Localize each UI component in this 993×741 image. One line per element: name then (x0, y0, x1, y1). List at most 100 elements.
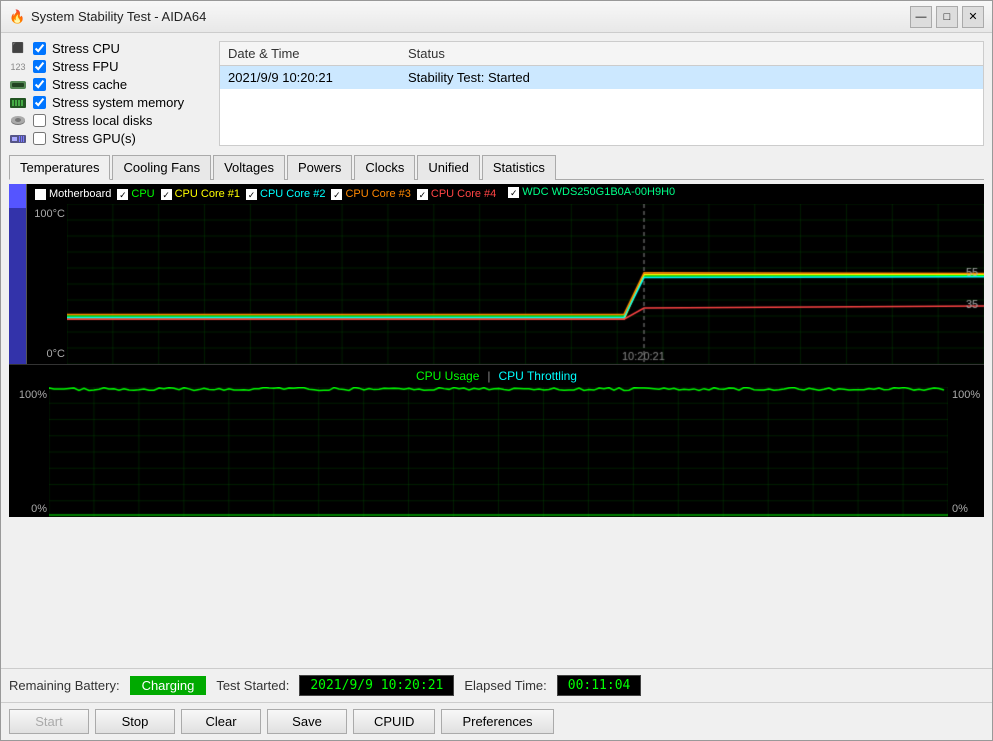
motherboard-checkbox[interactable] (35, 189, 46, 200)
date-col-header: Date & Time (228, 46, 388, 61)
title-bar: 🔥 System Stability Test - AIDA64 — □ ✕ (1, 1, 992, 33)
battery-value: Charging (130, 676, 207, 695)
temp-chart-canvas-wrapper: 100°C 0°C (27, 204, 984, 364)
elapsed-label: Elapsed Time: (464, 678, 546, 693)
cpu-y-min: 0% (11, 503, 47, 515)
tab-cooling-fans[interactable]: Cooling Fans (112, 155, 211, 180)
core1-label: CPU Core #1 (175, 188, 240, 200)
temp-chart-container: Motherboard CPU CPU Core #1 CPU Cor (27, 184, 984, 364)
cpu-icon: ⬛ (9, 42, 27, 56)
maximize-button[interactable]: □ (936, 6, 958, 28)
app-icon: 🔥 (9, 9, 25, 25)
tab-statistics[interactable]: Statistics (482, 155, 556, 180)
core4-checkbox[interactable] (417, 189, 428, 200)
cpu-throttling-label: CPU Throttling (499, 369, 577, 383)
stress-item-disk: Stress local disks (9, 113, 209, 128)
clear-button[interactable]: Clear (181, 709, 261, 734)
legend-cpu: CPU (117, 188, 154, 200)
cpu-temp-label: CPU (131, 188, 154, 200)
legend-core3: CPU Core #3 (331, 188, 410, 200)
stress-memory-label: Stress system memory (52, 95, 184, 110)
core3-checkbox[interactable] (331, 189, 342, 200)
stress-item-cache: Stress cache (9, 77, 209, 92)
preferences-button[interactable]: Preferences (441, 709, 553, 734)
start-button[interactable]: Start (9, 709, 89, 734)
tab-powers[interactable]: Powers (287, 155, 352, 180)
test-started-label: Test Started: (216, 678, 289, 693)
stress-item-fpu: 123 Stress FPU (9, 59, 209, 74)
temp-chart-canvas (67, 204, 984, 364)
cpu-right-min: 0% (952, 503, 980, 515)
stress-fpu-checkbox[interactable] (33, 60, 46, 73)
cpu-chart-plot (49, 387, 948, 517)
temp-y-min: 0°C (29, 348, 65, 360)
window-title: System Stability Test - AIDA64 (31, 9, 910, 24)
status-col-header: Status (408, 46, 975, 61)
cpu-right-axis: 100% 0% (948, 387, 984, 517)
save-button[interactable]: Save (267, 709, 347, 734)
cpuid-button[interactable]: CPUID (353, 709, 435, 734)
tab-temperatures[interactable]: Temperatures (9, 155, 110, 180)
cpu-y-axis: 100% 0% (9, 387, 49, 517)
tabs-bar: Temperatures Cooling Fans Voltages Power… (9, 154, 984, 180)
memory-icon (9, 96, 27, 110)
cpu-temp-checkbox[interactable] (117, 189, 128, 200)
cpu-chart-container: CPU Usage | CPU Throttling 100% 0% 100% … (9, 364, 984, 517)
temp-chart-plot (67, 204, 984, 364)
cpu-y-max: 100% (11, 389, 47, 401)
stress-disk-checkbox[interactable] (33, 114, 46, 127)
tab-clocks[interactable]: Clocks (354, 155, 415, 180)
core2-label: CPU Core #2 (260, 188, 325, 200)
disk-icon (9, 114, 27, 128)
stress-item-cpu: ⬛ Stress CPU (9, 41, 209, 56)
cache-icon (9, 78, 27, 92)
temp-chart-area: Motherboard CPU CPU Core #1 CPU Cor (9, 184, 984, 364)
cpu-usage-label: CPU Usage (416, 369, 479, 383)
stress-fpu-label: Stress FPU (52, 59, 118, 74)
scrollbar-thumb[interactable] (9, 184, 26, 208)
stress-cache-checkbox[interactable] (33, 78, 46, 91)
tab-voltages[interactable]: Voltages (213, 155, 285, 180)
stress-cache-label: Stress cache (52, 77, 127, 92)
motherboard-label: Motherboard (49, 188, 111, 200)
legend-core1: CPU Core #1 (161, 188, 240, 200)
log-table: Date & Time Status 2021/9/9 10:20:21 Sta… (219, 41, 984, 146)
core2-checkbox[interactable] (246, 189, 257, 200)
wdc-checkbox[interactable] (508, 187, 519, 198)
legend-core4: CPU Core #4 (417, 188, 496, 200)
main-window: 🔥 System Stability Test - AIDA64 — □ ✕ ⬛… (0, 0, 993, 741)
core3-label: CPU Core #3 (345, 188, 410, 200)
legend-core2: CPU Core #2 (246, 188, 325, 200)
log-row: 2021/9/9 10:20:21 Stability Test: Starte… (220, 66, 983, 89)
stress-gpu-checkbox[interactable] (33, 132, 46, 145)
top-section: ⬛ Stress CPU 123 Stress FPU Stress cache (9, 41, 984, 146)
core4-label: CPU Core #4 (431, 188, 496, 200)
window-controls: — □ ✕ (910, 6, 984, 28)
stress-gpu-label: Stress GPU(s) (52, 131, 136, 146)
temp-y-axis: 100°C 0°C (27, 204, 67, 364)
wdc-label: WDC WDS250G1B0A-00H9H0 (522, 186, 675, 198)
tab-unified[interactable]: Unified (417, 155, 479, 180)
cpu-right-max: 100% (952, 389, 980, 401)
minimize-button[interactable]: — (910, 6, 932, 28)
temp-chart-legend: Motherboard CPU CPU Core #1 CPU Cor (27, 184, 984, 204)
stress-item-gpu: Stress GPU(s) (9, 131, 209, 146)
cpu-chart-plot-area: 100% 0% 100% 0% (9, 387, 984, 517)
cpu-separator: | (487, 369, 490, 383)
temp-y-max: 100°C (29, 208, 65, 220)
scrollbar-side (9, 184, 27, 364)
cpu-chart-legend: CPU Usage | CPU Throttling (9, 365, 984, 387)
battery-label: Remaining Battery: (9, 678, 120, 693)
log-table-header: Date & Time Status (220, 42, 983, 66)
log-status: Stability Test: Started (408, 70, 975, 85)
tabs-section: Temperatures Cooling Fans Voltages Power… (9, 154, 984, 180)
stress-memory-checkbox[interactable] (33, 96, 46, 109)
stress-item-memory: Stress system memory (9, 95, 209, 110)
core1-checkbox[interactable] (161, 189, 172, 200)
stress-cpu-checkbox[interactable] (33, 42, 46, 55)
close-button[interactable]: ✕ (962, 6, 984, 28)
legend-wdc: WDC WDS250G1B0A-00H9H0 (508, 186, 675, 198)
stop-button[interactable]: Stop (95, 709, 175, 734)
stress-disk-label: Stress local disks (52, 113, 152, 128)
bottom-buttons: Start Stop Clear Save CPUID Preferences (1, 702, 992, 740)
